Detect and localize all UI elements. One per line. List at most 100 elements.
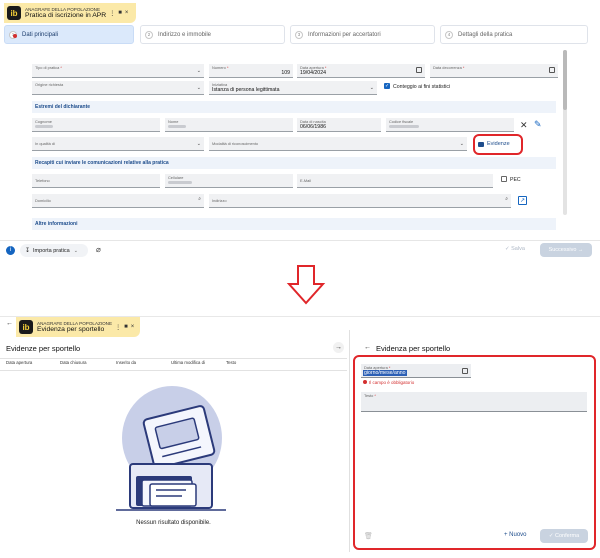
tab-dati-principali[interactable]: 1 Dati principali [4,25,134,44]
column-header[interactable]: Testo [226,360,236,370]
tipo-pratica-select[interactable]: Tipo di pratica * ⌄ [32,64,204,78]
data-nascita-value: 06/06/1986 [300,124,326,130]
app-tab-evidenza[interactable]: ib ANAGRAFE DELLA POPOLAZIONE Evidenza p… [16,317,140,337]
section-altre: Altre informazioni [32,218,556,230]
date-placeholder: giorno/mese/anno [363,370,407,376]
chevron-down-icon: ⌄ [369,85,374,91]
testo-textarea[interactable]: Testo * [361,392,587,412]
list-title: Evidenze per sportello [6,344,81,353]
calendar-icon[interactable] [462,368,468,374]
close-icon[interactable]: × [131,324,135,330]
evidenze-icon [478,141,484,147]
empty-message: Nessun risultato disponibile. [136,520,211,526]
modalita-select[interactable]: Modalità di riconoscimento ⌄ [209,137,467,151]
back-arrow-icon[interactable]: ← [6,320,13,327]
codice-fiscale-field[interactable]: Codice fiscale [386,118,514,132]
nome-field[interactable]: Nome [165,118,293,132]
tab-subtitle: ANAGRAFE DELLA POPOLAZIONE [37,320,113,326]
successivo-button[interactable]: Successivo → [540,243,592,257]
bookmark-icon[interactable]: ■ [118,10,122,16]
redacted-value [389,125,419,128]
chevron-down-icon: ⌄ [73,247,78,254]
data-apertura-field[interactable]: Data apertura * 19/04/2024 [297,64,425,78]
in-qualita-select[interactable]: In qualità di ⌄ [32,137,204,151]
tab-informazioni[interactable]: 3 Informazioni per accertatori [290,25,435,44]
info-icon[interactable]: i [6,246,15,255]
indirizzo-field[interactable]: Indirizzo ⌕ [209,194,511,208]
redacted-value [168,181,192,184]
iniziativa-select[interactable]: Iniziativa Istanza di persona legittimat… [209,81,377,95]
app-tab[interactable]: ib ANAGRAFE DELLA POPOLAZIONE Pratica di… [4,3,136,23]
attachment-icon[interactable]: ⌀ [96,245,101,254]
column-header[interactable]: Ultima modifica di [171,360,205,370]
import-icon: ↧ [25,248,31,254]
divider [0,370,347,371]
forward-arrow-icon[interactable]: → [333,342,344,353]
error-text: Il campo è obbligatorio [369,380,415,385]
field-label: Domicilio [35,198,51,203]
search-icon[interactable]: ⌕ [505,196,508,202]
numero-field[interactable]: Numero * 109 [209,64,293,78]
evidenze-button[interactable]: Evidenze [478,138,518,150]
importa-label: Importa pratica [33,247,70,254]
calendar-icon[interactable] [549,67,555,73]
field-label: Nome [168,119,179,124]
tab-title: Evidenza per sportello [37,325,105,333]
app-logo: ib [7,6,21,20]
field-label: Codice fiscale [389,119,414,124]
step-number: 4 [445,30,453,39]
field-label: Testo * [364,393,376,398]
open-icon[interactable]: ↗ [518,196,527,205]
numero-value: 109 [281,70,290,76]
data-nascita-field[interactable]: Data di nascita 06/06/1986 [297,118,381,132]
close-icon[interactable]: ✕ [520,120,528,131]
cellulare-field[interactable]: Cellulare [165,174,293,188]
tab-dettagli[interactable]: 4 Dettagli della pratica [440,25,588,44]
data-apertura-input[interactable]: Data apertura * giorno/mese/anno [361,364,471,378]
field-label: Tipo di pratica * [35,65,62,70]
field-label: Indirizzo [212,198,227,203]
column-header[interactable]: Inserito da [116,360,136,370]
pec-checkbox[interactable] [501,176,507,182]
column-header[interactable]: Data chiusura [60,360,87,370]
importa-pratica-button[interactable]: ↧ Importa pratica ⌄ [20,244,88,257]
search-icon[interactable]: ⌕ [198,196,201,202]
down-arrow [286,265,326,305]
data-decorrenza-field[interactable]: Data decorrenza * [430,64,558,78]
origine-select[interactable]: Origine richiesta ⌄ [32,81,204,95]
scrollbar-thumb[interactable] [563,50,567,110]
edit-icon[interactable]: ✎ [534,119,542,130]
domicilio-field[interactable]: Domicilio ⌕ [32,194,204,208]
step-label: Indirizzo e immobile [158,31,212,38]
step-label: Dettagli della pratica [458,31,513,38]
more-vert-icon[interactable]: ⋮ [109,10,115,17]
error-dot [13,34,17,38]
iniziativa-value: Istanza di persona legittimata [212,87,280,93]
chevron-down-icon: ⌄ [196,68,201,74]
close-icon[interactable]: × [125,10,129,16]
back-arrow-icon[interactable]: ← [364,344,371,351]
step-number: 3 [295,30,303,39]
salva-label: Salva [511,246,525,252]
column-header[interactable]: Data apertura [6,360,32,370]
conferma-label: Conferma [554,533,580,539]
email-field[interactable]: E-Mail [297,174,493,188]
divider [0,358,347,359]
tab-title: Pratica di iscrizione in APR [25,11,107,19]
telefono-field[interactable]: Telefono [32,174,160,188]
step-label: Dati principali [22,31,59,38]
nuovo-button[interactable]: + Nuovo [504,532,527,538]
more-vert-icon[interactable]: ⋮ [115,324,121,331]
salva-button[interactable]: ✓ Salva [505,246,525,252]
calendar-icon[interactable] [416,67,422,73]
conferma-button[interactable]: ✓ Conferma [540,529,588,543]
bookmark-icon[interactable]: ■ [124,324,128,330]
delete-icon[interactable]: 🗑 [364,532,373,540]
tab-indirizzo[interactable]: 2 Indirizzo e immobile [140,25,285,44]
nuovo-label: Nuovo [509,532,527,538]
field-label: Numero * [212,65,229,70]
conteggio-checkbox[interactable]: ✓ [384,83,390,89]
field-label: Origine richiesta [35,82,64,87]
cognome-field[interactable]: Cognome [32,118,160,132]
pec-label: PEC [510,177,521,183]
